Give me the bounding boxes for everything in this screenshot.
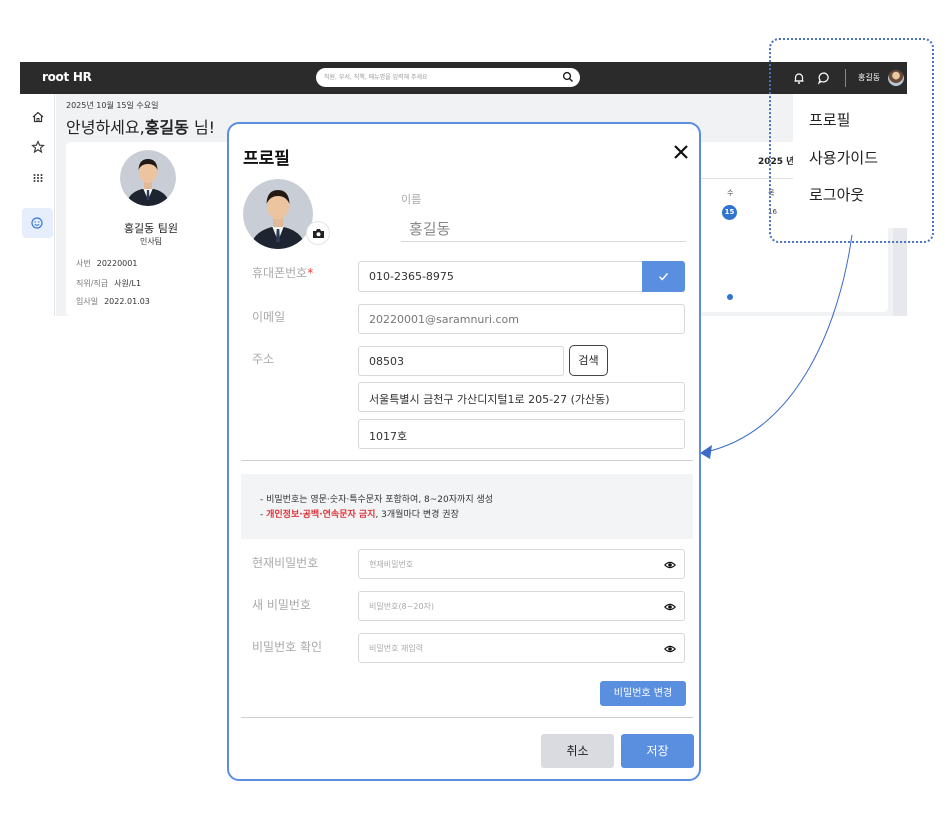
profile-card-info-row: 직위/직급 사원/L1	[76, 279, 142, 288]
phone-label: 휴대폰번호*	[252, 266, 314, 280]
smile-icon	[31, 217, 43, 229]
zipcode-value: 08503	[369, 355, 404, 368]
calendar-today[interactable]: 15	[722, 205, 737, 220]
name-underline	[401, 241, 686, 242]
notice-line: - 개인정보·공백·연속문자 금지, 3개월마다 변경 권장	[260, 510, 459, 520]
phone-value: 010-2365-8975	[369, 270, 454, 283]
address-line1-field[interactable]: 서울특별시 금천구 가산디지털1로 205-27 (가산동)	[358, 382, 685, 412]
profile-modal: 프로필 이름 홍길동 휴대폰번호* 010-2365-8975 이메일 2022…	[227, 122, 701, 781]
eye-icon[interactable]	[664, 601, 676, 613]
current-date: 2025년 10월 15일 수요일	[66, 101, 159, 110]
highlight-outline	[769, 38, 934, 243]
confirm-password-label: 비밀번호 확인	[252, 640, 323, 654]
greeting-heading: 안녕하세요,홍길동 님!	[66, 118, 216, 137]
current-password-placeholder: 현재비밀번호	[369, 560, 414, 569]
profile-card: 홍길동 팀원 인사팀 사번 20220001 직위/직급 사원/L1 입사일 2022…	[66, 142, 236, 316]
password-notice: - 비밀번호는 영문·숫자·특수문자 포함하여, 8~20자까지 생성 - 개인…	[241, 474, 693, 539]
profile-photo	[243, 179, 313, 249]
eye-icon[interactable]	[664, 559, 676, 571]
global-search-bar[interactable]: 직원, 부서, 직책, 메뉴명을 입력해 주세요	[316, 68, 580, 87]
address-label: 주소	[252, 352, 275, 366]
app-logo[interactable]: root HR	[42, 70, 92, 84]
email-value: 20220001@saramnuri.com	[369, 313, 519, 326]
modal-title: 프로필	[243, 149, 290, 169]
zipcode-field[interactable]: 08503	[358, 346, 564, 376]
apps-grid-icon[interactable]	[30, 170, 46, 186]
check-icon	[659, 273, 669, 281]
section-divider	[241, 460, 693, 461]
address-line2-value: 1017호	[369, 430, 408, 443]
phone-confirm-button[interactable]	[642, 261, 685, 292]
star-icon[interactable]	[30, 139, 46, 155]
address-line1-value: 서울특별시 금천구 가산디지털1로 205-27 (가산동)	[369, 393, 610, 406]
home-icon[interactable]	[30, 109, 46, 125]
annotation-arrow	[700, 234, 853, 459]
current-password-label: 현재비밀번호	[252, 556, 319, 570]
change-photo-button[interactable]	[306, 221, 330, 245]
search-input[interactable]: 직원, 부서, 직책, 메뉴명을 입력해 주세요	[324, 72, 428, 81]
save-button[interactable]: 저장	[621, 734, 694, 768]
eye-icon[interactable]	[664, 643, 676, 655]
camera-icon	[313, 229, 324, 238]
close-icon[interactable]	[671, 142, 691, 162]
profile-card-info-row: 사번 20220001	[76, 259, 138, 268]
name-value: 홍길동	[409, 220, 451, 238]
cancel-button[interactable]: 취소	[541, 734, 614, 768]
phone-field[interactable]: 010-2365-8975	[358, 261, 643, 292]
email-field[interactable]: 20220001@saramnuri.com	[358, 304, 685, 334]
notice-line: - 비밀번호는 영문·숫자·특수문자 포함하여, 8~20자까지 생성	[260, 495, 494, 505]
rail-item-profile-active[interactable]	[22, 208, 53, 238]
profile-card-name: 홍길동 팀원	[123, 222, 179, 235]
address-line2-field[interactable]: 1017호	[358, 419, 685, 449]
profile-card-info-row: 입사일 2022.01.03	[76, 297, 150, 306]
footer-divider	[241, 717, 693, 718]
profile-card-dept: 인사팀	[139, 237, 163, 246]
name-label: 이름	[401, 193, 422, 206]
search-icon[interactable]	[562, 71, 574, 83]
left-rail	[20, 94, 55, 316]
new-password-label: 새 비밀번호	[252, 598, 312, 612]
new-password-placeholder: 비밀번호(8~20자)	[369, 602, 435, 611]
profile-photo	[120, 150, 176, 206]
confirm-password-placeholder: 비밀번호 재입력	[369, 644, 424, 653]
current-password-field[interactable]: 현재비밀번호	[358, 549, 685, 579]
calendar-weekday: 수	[727, 189, 734, 197]
address-search-button[interactable]: 검색	[569, 345, 608, 376]
change-password-button[interactable]: 비밀번호 변경	[600, 681, 686, 706]
new-password-field[interactable]: 비밀번호(8~20자)	[358, 591, 685, 621]
confirm-password-field[interactable]: 비밀번호 재입력	[358, 633, 685, 663]
email-label: 이메일	[252, 310, 286, 324]
